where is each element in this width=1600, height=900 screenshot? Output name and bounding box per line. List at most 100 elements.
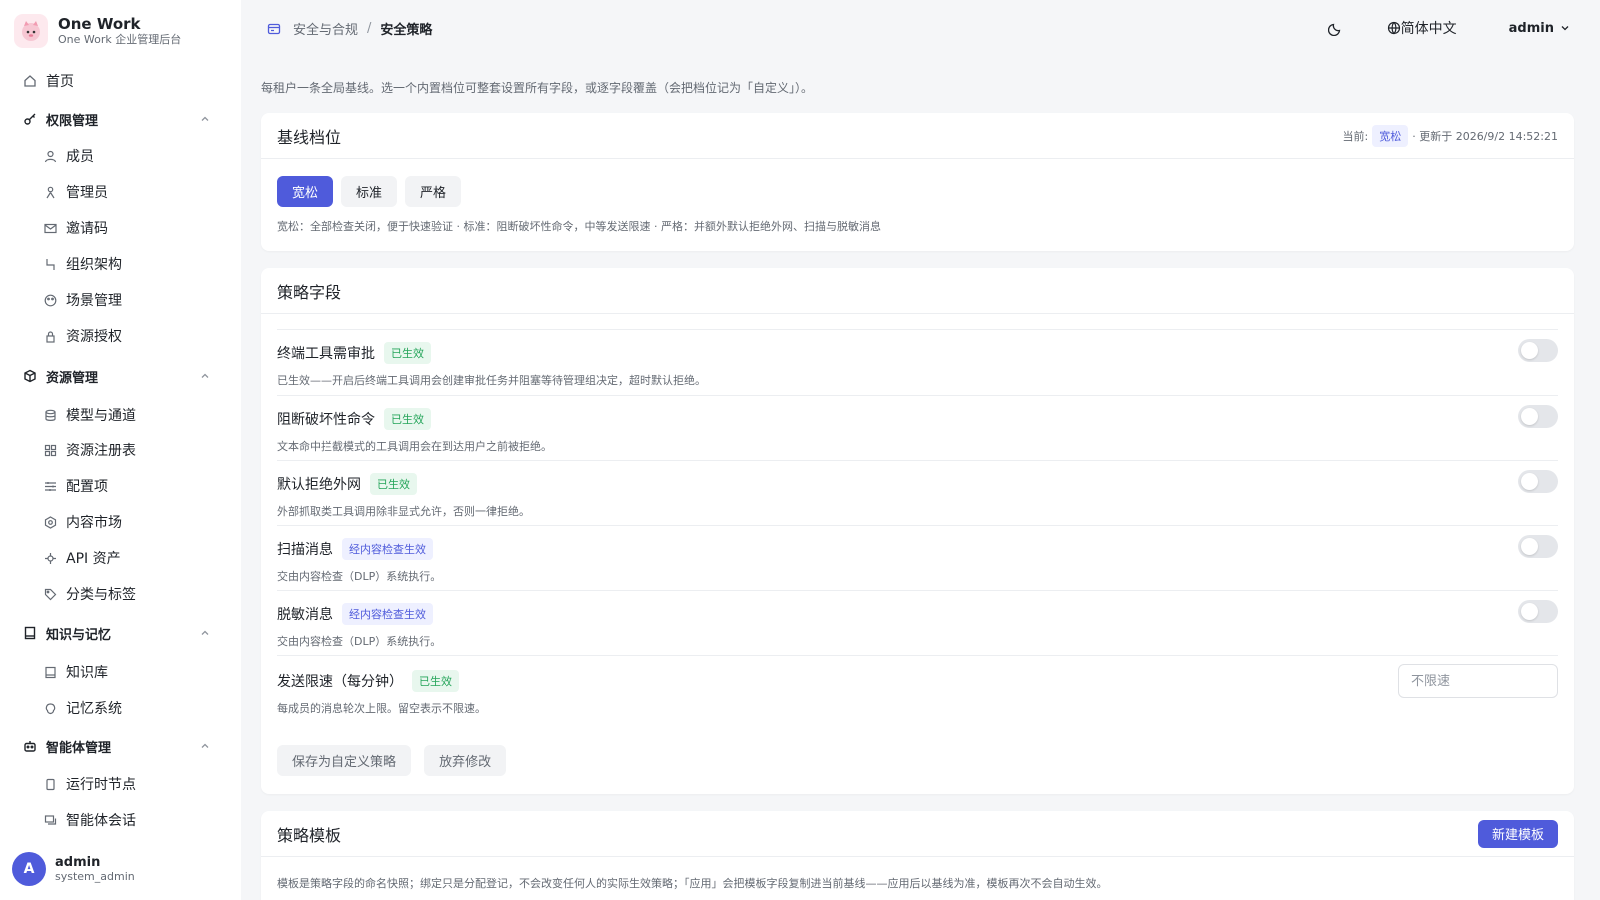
nav-group-permission[interactable]: 权限管理 (22, 107, 222, 131)
new-template-button[interactable]: 新建模板 (1477, 819, 1558, 848)
cube-icon (22, 368, 38, 384)
palette-icon (42, 292, 58, 308)
nav-item-api-assets[interactable]: API 资产 (42, 546, 242, 570)
policy-field-send-rate: 发送限速（每分钟） 已生效 每成员的消息轮次上限。留空表示不限速。 (277, 664, 1558, 716)
nav-item-admins[interactable]: 管理员 (42, 180, 242, 204)
server-icon (42, 776, 58, 792)
nav-item-registry[interactable]: 资源注册表 (42, 438, 242, 462)
book-icon (22, 625, 38, 641)
nav-item-scenes[interactable]: 场景管理 (42, 288, 242, 312)
user-icon (42, 148, 58, 164)
nav-item-label: 首页 (46, 74, 74, 90)
nav-group-knowledge[interactable]: 知识与记忆 (22, 621, 222, 645)
baseline-meta: 当前: 宽松 · 更新于 2026/9/2 14:52:21 (1342, 124, 1558, 147)
status-badge: 已生效 (412, 670, 459, 692)
nav-item-label: 分类与标签 (66, 587, 136, 603)
field-label: 脱敏消息 (277, 607, 333, 623)
status-badge: 经内容检查生效 (342, 538, 433, 560)
breadcrumb: 安全与合规 / 安全策略 (267, 19, 432, 38)
nav-item-label: 资源授权 (66, 329, 122, 345)
nav-item-label: 组织架构 (66, 257, 122, 273)
divider (277, 590, 1558, 591)
chevron-down-icon (1560, 23, 1570, 33)
level-option-strict[interactable]: 严格 (405, 176, 462, 207)
save-custom-policy-button[interactable]: 保存为自定义策略 (277, 745, 412, 776)
nav-item-label: API 资产 (66, 551, 121, 567)
nav-item-label: 运行时节点 (66, 777, 136, 793)
nav-group-resources[interactable]: 资源管理 (22, 364, 222, 388)
current-label: 当前: (1342, 129, 1369, 143)
discard-changes-button[interactable]: 放弃修改 (424, 745, 507, 776)
chevron-up-icon (200, 740, 210, 755)
level-option-relaxed[interactable]: 宽松 (277, 176, 334, 207)
globe-icon (1387, 21, 1401, 35)
scan-messages-toggle[interactable] (1518, 535, 1558, 558)
nav-item-runtime-nodes[interactable]: 运行时节点 (42, 772, 242, 796)
nav-item-market[interactable]: 内容市场 (42, 510, 242, 534)
account-menu[interactable]: admin (1509, 21, 1570, 36)
field-label: 默认拒绝外网 (277, 477, 361, 493)
nav-group-label: 知识与记忆 (46, 627, 112, 643)
send-rate-input[interactable] (1398, 664, 1558, 698)
org-tree-icon (42, 256, 58, 272)
nav-item-config[interactable]: 配置项 (42, 474, 242, 498)
policy-templates-card: 策略模板 新建模板 模板是策略字段的命名快照；绑定只是分配登记，不会改变任何人的… (261, 811, 1574, 900)
nav-item-invite-codes[interactable]: 邀请码 (42, 216, 242, 240)
status-badge: 已生效 (384, 342, 431, 364)
field-label: 阻断破坏性命令 (277, 412, 375, 428)
divider (277, 655, 1558, 656)
field-label: 终端工具需审批 (277, 346, 375, 362)
nav-item-label: 资源注册表 (66, 443, 136, 459)
nav-item-home[interactable]: 首页 (22, 69, 222, 93)
chevron-up-icon (200, 627, 210, 642)
brand-title: One Work (58, 15, 141, 33)
field-description: 交由内容检查（DLP）系统执行。 (277, 570, 442, 583)
nav-item-memory[interactable]: 记忆系统 (42, 696, 242, 720)
nav-item-knowledge-base[interactable]: 知识库 (42, 660, 242, 684)
field-description: 外部抓取类工具调用除非显式允许，否则一律拒绝。 (277, 505, 530, 518)
chevron-up-icon (200, 113, 210, 128)
nav-item-agent-sessions[interactable]: 智能体会话 (42, 808, 242, 832)
app-logo (14, 14, 48, 48)
nav-item-members[interactable]: 成员 (42, 144, 242, 168)
account-name: admin (1508, 20, 1554, 36)
divider (277, 525, 1558, 526)
card-title: 基线档位 (277, 127, 342, 147)
redact-messages-toggle[interactable] (1518, 600, 1558, 623)
moon-icon[interactable] (1327, 21, 1343, 36)
card-title: 策略模板 (277, 825, 342, 845)
nav-item-label: 成员 (66, 149, 94, 165)
current-user[interactable]: A admin system_admin (12, 852, 135, 886)
brand[interactable]: One Work One Work 企业管理后台 (14, 14, 181, 48)
breadcrumb-current: 安全策略 (380, 23, 433, 38)
terminal-approval-toggle[interactable] (1518, 339, 1558, 362)
nav-item-label: 邀请码 (66, 221, 108, 237)
nav-item-resource-auth[interactable]: 资源授权 (42, 324, 242, 348)
block-destructive-toggle[interactable] (1518, 405, 1558, 428)
home-icon (22, 73, 38, 89)
sliders-icon (42, 478, 58, 494)
avatar: A (12, 852, 46, 886)
language-switcher[interactable]: 简体中文 (1387, 18, 1457, 38)
level-option-standard[interactable]: 标准 (341, 176, 398, 207)
policy-field-terminal-approval: 终端工具需审批 已生效 已生效——开启后终端工具调用会创建审批任务并阻塞等待管理组… (277, 339, 1558, 388)
hexagon-icon (42, 514, 58, 530)
nav-item-tags[interactable]: 分类与标签 (42, 582, 242, 606)
top-header: 安全与合规 / 安全策略 简体中文 admin (241, 0, 1600, 58)
field-description: 已生效——开启后终端工具调用会创建审批任务并阻塞等待管理组决定，超时默认拒绝。 (277, 374, 706, 387)
deny-external-toggle[interactable] (1518, 470, 1558, 493)
book-open-icon (42, 664, 58, 680)
nav-item-label: 管理员 (66, 185, 108, 201)
status-badge: 已生效 (370, 473, 417, 495)
policy-field-scan-messages: 扫描消息 经内容检查生效 交由内容检查（DLP）系统执行。 (277, 535, 1558, 584)
nav-item-org-structure[interactable]: 组织架构 (42, 252, 242, 276)
policy-fields-card: 策略字段 终端工具需审批 已生效 已生效——开启后终端工具调用会创建审批任务并阻塞… (261, 268, 1574, 794)
sidebar: One Work One Work 企业管理后台 首页 权限管理 成员 管理员 … (0, 0, 241, 900)
nav-item-label: 智能体会话 (66, 813, 136, 829)
nav-group-agents[interactable]: 智能体管理 (22, 734, 222, 758)
nav-item-models[interactable]: 模型与通道 (42, 403, 242, 427)
field-description: 每成员的消息轮次上限。留空表示不限速。 (277, 702, 486, 715)
field-description: 文本命中拦截模式的工具调用会在到达用户之前被拒绝。 (277, 440, 552, 453)
user-name: admin (55, 855, 101, 870)
breadcrumb-parent[interactable]: 安全与合规 (293, 19, 358, 38)
